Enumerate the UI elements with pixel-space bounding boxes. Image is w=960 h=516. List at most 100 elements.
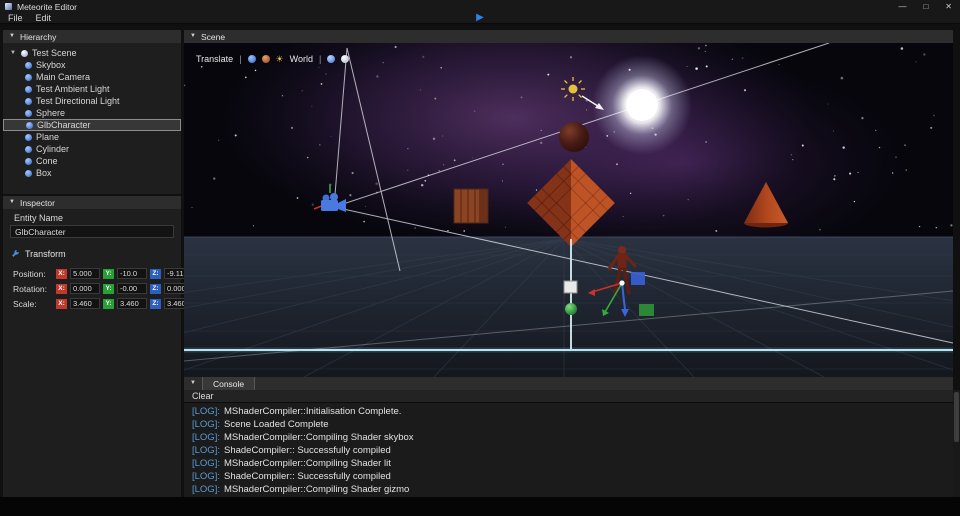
entity-icon: [25, 109, 32, 117]
position-label: Position:: [13, 268, 46, 279]
planet-sphere[interactable]: [559, 122, 589, 152]
axis-z-badge: Z:: [150, 298, 161, 309]
inspector-header[interactable]: ▼ Inspector: [3, 196, 181, 209]
entity-icon: [25, 85, 32, 93]
entity-name-input[interactable]: [10, 225, 174, 238]
hierarchy-header[interactable]: ▼ Hierarchy: [3, 30, 181, 43]
scale-y-field[interactable]: 3.460: [117, 298, 147, 309]
rotate-gizmo-icon[interactable]: [261, 55, 270, 63]
scene-header[interactable]: ▼ Scene: [184, 30, 953, 43]
log-text: ShadeCompiler:: Successfully compiled: [223, 471, 391, 482]
scene-viewport-3d[interactable]: [184, 43, 953, 377]
console-tab[interactable]: Console: [201, 377, 256, 390]
crate-box[interactable]: [453, 188, 489, 224]
log-line: [LOG]: MShaderCompiler::Compiling Shader …: [192, 483, 953, 496]
log-line: [LOG]: ShadeCompiler:: Successfully compi…: [192, 470, 953, 483]
tree-item-sphere[interactable]: Sphere: [3, 107, 181, 119]
sun-sphere[interactable]: [626, 89, 658, 121]
hierarchy-panel: ▼ Hierarchy ▼ Test Scene Skybox Main Cam…: [3, 30, 181, 194]
tree-item-label: Cone: [36, 156, 58, 166]
rotation-x-field[interactable]: 0.000: [70, 283, 100, 294]
clear-button[interactable]: Clear: [192, 391, 214, 401]
entity-icon: [25, 157, 32, 165]
transform-section-header[interactable]: Transform: [11, 249, 66, 259]
entity-icon: [25, 169, 32, 177]
expand-arrow-icon[interactable]: ▼: [10, 50, 17, 56]
tree-item-label: Sphere: [36, 108, 66, 118]
entity-icon: [26, 121, 33, 129]
axis-y-badge: Y:: [103, 268, 114, 279]
window-title: Meteorite Editor: [17, 1, 77, 12]
tree-item-label: Box: [36, 168, 52, 178]
tree-item-cylinder[interactable]: Cylinder: [3, 143, 181, 155]
window-controls: — □ ✕: [898, 0, 952, 13]
collapse-icon[interactable]: ▼: [9, 30, 15, 43]
status-bar: [0, 497, 960, 516]
green-sphere[interactable]: [565, 303, 577, 315]
tree-item-label: Test Scene: [32, 48, 77, 58]
tree-item-glbcharacter[interactable]: GlbCharacter: [3, 119, 181, 131]
scale-x-field[interactable]: 3.460: [70, 298, 100, 309]
translate-gizmo-icon[interactable]: [247, 55, 256, 63]
console-toolbar: Clear: [184, 390, 953, 403]
tree-item-label: Test Directional Light: [36, 96, 120, 106]
translate-mode-label[interactable]: Translate: [196, 54, 233, 64]
entity-icon: [25, 61, 32, 69]
menu-edit[interactable]: Edit: [36, 13, 52, 23]
log-tag: [LOG]:: [192, 458, 220, 469]
position-x-field[interactable]: 5.000: [70, 268, 100, 279]
collapse-icon[interactable]: ▼: [190, 30, 196, 43]
gizmo-plane-handle-blue: [631, 272, 645, 285]
tree-item-test-scene[interactable]: ▼ Test Scene: [3, 47, 181, 59]
axis-z-badge: Z:: [150, 283, 161, 294]
scale-row: Scale: X: 3.460 Y: 3.460 Z: 3.460: [13, 298, 194, 309]
wrench-icon: [12, 249, 19, 257]
tree-item-cone[interactable]: Cone: [3, 155, 181, 167]
log-line: [LOG]: Scene Loaded Complete: [192, 418, 953, 431]
scene-toolbar: Translate | ☀ World |: [196, 54, 350, 64]
minimize-button[interactable]: —: [898, 2, 906, 11]
tree-item-test-ambient-light[interactable]: Test Ambient Light: [3, 83, 181, 95]
menu-file[interactable]: File: [8, 13, 23, 23]
tree-item-skybox[interactable]: Skybox: [3, 59, 181, 71]
pivot-toggle-icon[interactable]: [341, 55, 350, 63]
world-space-label[interactable]: World: [290, 54, 313, 64]
scene-entity-icon: [21, 49, 28, 57]
entity-icon: [25, 97, 32, 105]
hierarchy-tree: ▼ Test Scene Skybox Main Camera Test Amb…: [3, 43, 181, 179]
scrollbar-thumb[interactable]: [954, 392, 959, 442]
log-tag: [LOG]:: [192, 419, 220, 430]
axis-y-badge: Y:: [103, 298, 114, 309]
play-button[interactable]: ▶: [476, 12, 484, 24]
collapse-icon[interactable]: ▼: [9, 196, 15, 209]
tree-item-plane[interactable]: Plane: [3, 131, 181, 143]
maximize-button[interactable]: □: [923, 2, 928, 11]
log-tag: [LOG]:: [192, 445, 220, 456]
log-line: [LOG]: MShaderCompiler::Initialisation Co…: [192, 405, 953, 418]
rotation-label: Rotation:: [13, 283, 48, 294]
log-line: [LOG]: MShaderCompiler::Compiling Shader …: [192, 431, 953, 444]
tree-item-test-directional-light[interactable]: Test Directional Light: [3, 95, 181, 107]
tree-item-box[interactable]: Box: [3, 167, 181, 179]
scene-viewport[interactable]: Translate | ☀ World |: [184, 43, 953, 377]
collapse-icon[interactable]: ▼: [190, 377, 196, 390]
position-y-field[interactable]: -10.0: [117, 268, 147, 279]
console-header: ▼ Console: [184, 377, 953, 390]
console-log-list[interactable]: [LOG]: MShaderCompiler::Initialisation Co…: [184, 403, 953, 497]
close-button[interactable]: ✕: [945, 2, 952, 11]
gizmo-plane-handle-green: [639, 304, 654, 316]
position-row: Position: X: 5.000 Y: -10.0 Z: -9.11: [13, 268, 194, 279]
white-cube[interactable]: [563, 280, 578, 294]
console-scrollbar[interactable]: [953, 390, 960, 497]
scale-label: Scale:: [13, 298, 37, 309]
log-text: MShaderCompiler::Compiling Shader skybox: [223, 432, 414, 443]
tree-item-main-camera[interactable]: Main Camera: [3, 71, 181, 83]
console-panel: ▼ Console Clear [LOG]: MShaderCompiler::I…: [184, 377, 953, 497]
space-toggle-icon[interactable]: [327, 55, 336, 63]
light-gizmo-icon[interactable]: ☀: [276, 54, 284, 64]
tree-item-label: Test Ambient Light: [36, 84, 110, 94]
rotation-y-field[interactable]: -0.00: [117, 283, 147, 294]
log-tag: [LOG]:: [192, 471, 220, 482]
tree-item-label: Plane: [36, 132, 60, 142]
scene-panel: ▼ Scene Translate | ☀ World |: [184, 30, 953, 377]
